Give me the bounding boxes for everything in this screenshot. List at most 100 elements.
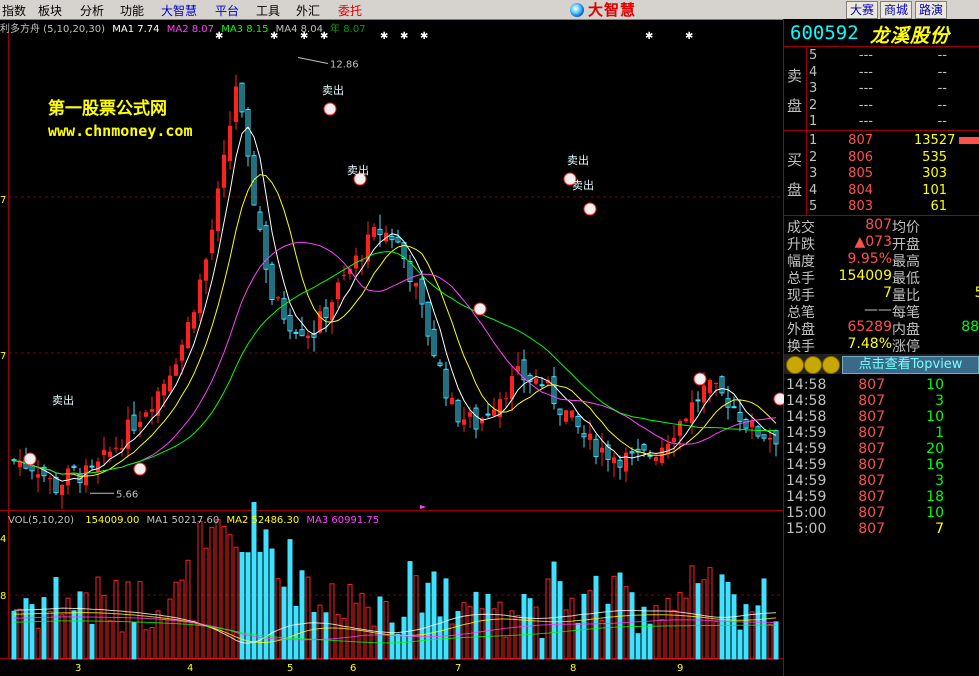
volume-bar xyxy=(47,610,53,660)
volume-bar xyxy=(557,581,563,660)
vol-value: 154009.00 xyxy=(85,515,140,526)
candle-body xyxy=(468,412,472,417)
volume-bar xyxy=(233,546,239,660)
volume: 13527 xyxy=(914,133,956,148)
price: --- xyxy=(858,48,873,63)
stat-value: 5. xyxy=(928,285,979,301)
menu-entrust[interactable]: 委托 xyxy=(338,2,362,19)
menu-dzh[interactable]: 大智慧 xyxy=(161,2,197,19)
candle-body xyxy=(678,421,682,436)
price: 805 xyxy=(848,166,873,181)
volume: -- xyxy=(937,114,947,129)
topview-bar: 点击查看Topview xyxy=(784,354,979,374)
candle-body xyxy=(666,443,670,454)
low-price-label: 5.66 xyxy=(116,489,138,500)
candle-body xyxy=(126,419,130,449)
candle-body xyxy=(144,412,148,417)
candle-body xyxy=(293,331,299,334)
toolbar-roadshow-button[interactable]: 路演 xyxy=(915,1,948,19)
star-icon: ✱ xyxy=(685,31,693,42)
volume-bar xyxy=(119,631,125,660)
candle-body xyxy=(504,398,508,400)
volume-bar xyxy=(353,602,359,660)
sell-signal-label: 卖出 xyxy=(567,153,589,167)
volume-bar xyxy=(497,601,503,660)
smiley-icon xyxy=(773,392,784,406)
tick-volume: 16 xyxy=(926,457,944,473)
price: --- xyxy=(858,114,873,129)
toolbar-mall-button[interactable]: 商城 xyxy=(880,1,913,19)
volume-bar xyxy=(695,583,701,660)
level-number: 3 xyxy=(809,81,818,96)
volume-bar xyxy=(191,620,197,660)
volume-bar xyxy=(587,590,593,660)
menu-sector[interactable]: 板块 xyxy=(38,2,62,19)
candle-body xyxy=(204,259,208,281)
vol-ma3: MA3 60991.75 xyxy=(306,515,380,526)
watermark-url: www.chnmoney.com xyxy=(48,122,193,140)
tick-time: 14:59 xyxy=(786,441,827,457)
topview-button[interactable]: 点击查看Topview xyxy=(842,356,979,374)
volume-bar xyxy=(395,633,401,660)
stat-value: 7 xyxy=(928,268,979,284)
volume-bar xyxy=(401,616,407,660)
tick-volume: 18 xyxy=(926,489,944,505)
buy-row: 4 804 101 xyxy=(784,183,979,199)
volume-bar xyxy=(665,597,671,660)
volume-bar xyxy=(221,526,227,660)
volume-bar xyxy=(23,598,29,660)
candle-body xyxy=(66,468,70,486)
menu-function[interactable]: 功能 xyxy=(120,2,144,19)
volume-bar xyxy=(293,605,299,660)
vol-ma2: MA2 52486.30 xyxy=(226,515,300,526)
circle-button-3[interactable] xyxy=(822,356,840,374)
tick-volume: 10 xyxy=(926,409,944,425)
volume-bar xyxy=(383,600,389,660)
volume-bar xyxy=(323,612,329,660)
stat-value: 8 xyxy=(928,251,979,267)
candle-body xyxy=(108,451,112,457)
menu-tools[interactable]: 工具 xyxy=(256,2,280,19)
candle-body xyxy=(192,312,196,329)
level-number: 1 xyxy=(809,133,818,148)
volume-bar xyxy=(605,603,611,660)
tick-volume: 3 xyxy=(935,393,944,409)
volume-bar xyxy=(713,621,719,660)
volume-bar xyxy=(425,582,431,660)
volume-bar xyxy=(569,597,575,660)
volume-bar xyxy=(449,623,455,660)
volume-bar xyxy=(185,559,191,660)
toolbar-contest-button[interactable]: 大赛 xyxy=(846,1,879,19)
volume-bar xyxy=(89,623,95,660)
axis-tick-label: 7 xyxy=(0,195,6,206)
quote-stat-row: 成交 807 均价 8 xyxy=(784,217,979,236)
circle-button-1[interactable] xyxy=(786,356,804,374)
menu-analysis[interactable]: 分析 xyxy=(80,2,104,19)
volume: -- xyxy=(937,97,947,113)
high-price-label: 12.86 xyxy=(330,59,359,70)
circle-button-2[interactable] xyxy=(804,356,822,374)
menu-index[interactable]: 指数 xyxy=(2,2,26,19)
price: --- xyxy=(858,81,873,96)
price: 806 xyxy=(848,149,873,165)
high-pointer xyxy=(297,56,329,64)
candle-body xyxy=(114,447,118,449)
cursor-marker-icon xyxy=(420,505,426,509)
candle-body xyxy=(414,282,418,287)
star-icon: ✱ xyxy=(645,31,653,42)
volume-bar xyxy=(365,606,371,660)
volume-bar xyxy=(161,618,167,660)
candle-body xyxy=(731,406,737,409)
x-axis-label: 8 xyxy=(570,663,576,674)
candle-body xyxy=(510,376,514,400)
volume-bar xyxy=(443,578,449,660)
stock-name[interactable]: 龙溪股份 xyxy=(870,21,950,48)
x-axis-label: 5 xyxy=(287,663,293,674)
tick-row: 14:58 807 10 xyxy=(784,409,979,425)
menu-platform[interactable]: 平台 xyxy=(215,2,239,19)
menu-forex[interactable]: 外汇 xyxy=(296,2,320,19)
stock-code[interactable]: 600592 xyxy=(790,22,859,44)
volume-bar xyxy=(689,565,695,660)
stat-value: 7 xyxy=(928,234,979,250)
volume-bar xyxy=(461,602,467,660)
